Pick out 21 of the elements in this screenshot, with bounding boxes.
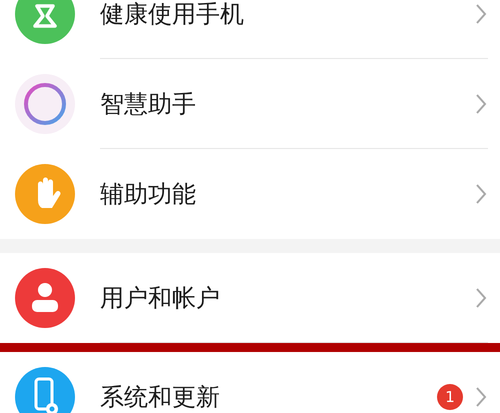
item-label: 辅助功能 bbox=[100, 180, 197, 208]
settings-item[interactable]: 用户和帐户 bbox=[0, 253, 500, 343]
item-label: 系统和更新 bbox=[100, 384, 221, 410]
chevron-icon bbox=[475, 3, 487, 25]
item-label: 用户和帐户 bbox=[100, 284, 221, 312]
notification-badge: 1 bbox=[437, 384, 463, 410]
user-icon bbox=[15, 268, 75, 328]
health-icon bbox=[15, 0, 75, 44]
item-label: 健康使用手机 bbox=[100, 0, 245, 28]
chevron-icon bbox=[475, 183, 487, 205]
assistant-icon bbox=[15, 74, 75, 134]
hand-icon bbox=[15, 164, 75, 224]
chevron-icon bbox=[475, 287, 487, 309]
item-label: 智慧助手 bbox=[100, 90, 197, 118]
settings-item[interactable]: 辅助功能 bbox=[0, 149, 500, 239]
settings-item[interactable]: 智慧助手 bbox=[0, 59, 500, 149]
chevron-icon bbox=[475, 93, 487, 115]
settings-item[interactable]: 系统和更新 1 bbox=[0, 352, 500, 413]
phone-update-icon bbox=[15, 367, 75, 413]
chevron-icon bbox=[475, 386, 487, 408]
settings-item[interactable]: 健康使用手机 bbox=[0, 0, 500, 59]
